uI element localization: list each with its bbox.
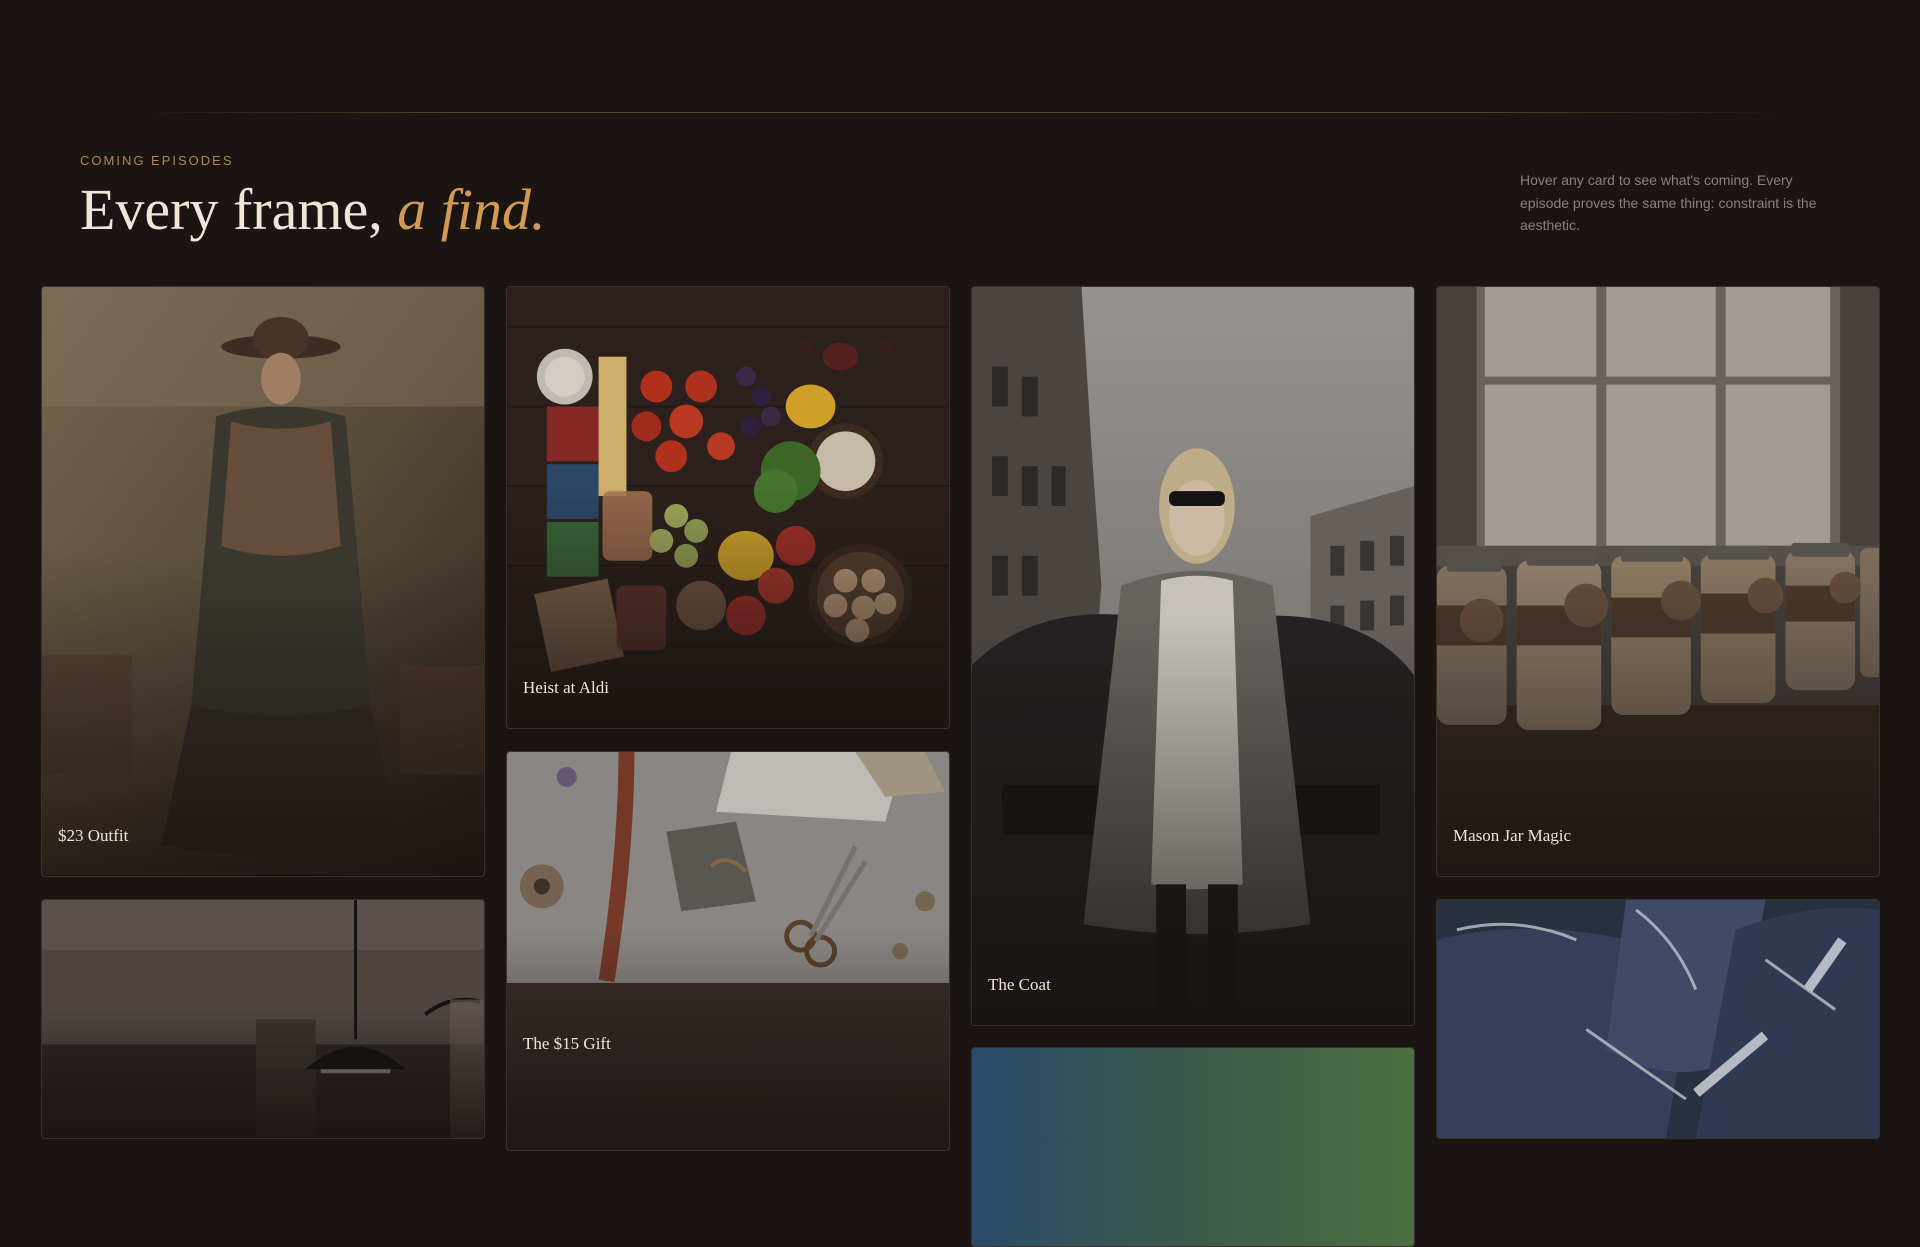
- episode-card-the-coat[interactable]: The Coat: [971, 286, 1415, 1026]
- section-eyebrow: COMING EPISODES: [80, 153, 234, 168]
- episode-title: Mason Jar Magic: [1453, 826, 1572, 845]
- episode-card-interior[interactable]: [41, 899, 485, 1139]
- episode-card-mason-jar-magic[interactable]: Mason Jar Magic: [1436, 286, 1880, 877]
- card-shade: [42, 287, 484, 876]
- episode-card-denim[interactable]: [1436, 899, 1880, 1139]
- episode-title: $23 Outfit: [58, 826, 129, 845]
- headline-main: Every frame,: [80, 177, 398, 242]
- section-description: Hover any card to see what's coming. Eve…: [1520, 172, 1817, 233]
- episode-image-outdoor: [972, 1048, 1414, 1246]
- card-shade: [972, 287, 1414, 1025]
- episode-card-outdoor[interactable]: [971, 1047, 1415, 1247]
- card-shade: [1437, 287, 1879, 876]
- episode-card-heist-at-aldi[interactable]: Heist at Aldi: [506, 286, 950, 729]
- headline-accent: a find.: [397, 177, 546, 242]
- section-headline: Every frame, a find.: [80, 175, 545, 245]
- episode-card-23-outfit[interactable]: $23 Outfit: [41, 286, 485, 877]
- card-shade: [42, 900, 484, 1138]
- episode-card-15-gift[interactable]: The $15 Gift: [506, 751, 950, 1151]
- episode-image-denim: [1437, 900, 1879, 1138]
- card-shade: [507, 752, 949, 1150]
- episode-title: The Coat: [988, 975, 1051, 994]
- episode-title: The $15 Gift: [523, 1034, 611, 1053]
- card-shade: [507, 287, 949, 728]
- section-divider: [138, 112, 1788, 113]
- episode-title: Heist at Aldi: [523, 678, 609, 697]
